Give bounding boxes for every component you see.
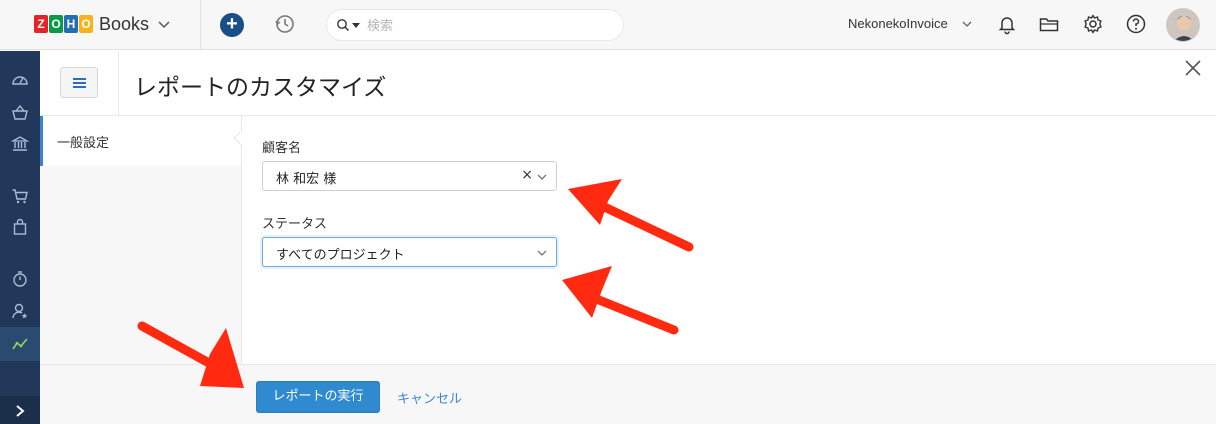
organization-name[interactable]: NekonekoInvoice	[848, 16, 948, 31]
timer-icon[interactable]	[11, 270, 29, 288]
menu-toggle-button[interactable]	[60, 67, 98, 98]
reports-icon[interactable]	[11, 335, 29, 353]
chevron-down-icon[interactable]	[537, 173, 547, 181]
user-photo-icon	[1167, 9, 1199, 41]
header-divider	[118, 51, 119, 116]
customer-value: 林 和宏 様	[276, 172, 337, 187]
plus-icon[interactable]: +	[220, 13, 244, 37]
search-icon[interactable]	[336, 18, 350, 32]
arrow-to-run-button	[137, 321, 244, 388]
search-filter-caret-icon[interactable]	[352, 23, 360, 28]
arrow-to-customer-field	[568, 179, 694, 252]
hamburger-icon	[73, 82, 86, 84]
topbar-divider	[200, 0, 201, 50]
close-icon[interactable]	[1184, 59, 1202, 77]
logo-books-text: Books	[99, 13, 150, 34]
hamburger-icon	[73, 86, 86, 88]
chevron-down-icon[interactable]	[157, 17, 171, 31]
dashboard-icon[interactable]	[11, 71, 29, 89]
chevron-right-icon[interactable]	[14, 404, 26, 418]
help-icon[interactable]	[1125, 13, 1147, 35]
search-box[interactable]	[326, 9, 624, 41]
avatar[interactable]	[1166, 8, 1200, 42]
logo-letter-z: Z	[34, 15, 48, 33]
status-value: すべてのプロジェクト	[276, 248, 405, 263]
top-bar: Z O H O Books + NekonekoInvoice	[0, 0, 1216, 50]
nav-item-label: 一般設定	[57, 136, 110, 151]
search-input[interactable]	[367, 16, 607, 36]
chevron-down-icon[interactable]	[537, 249, 547, 257]
cancel-link[interactable]: キャンセル	[397, 388, 462, 407]
zoho-books-logo[interactable]: Z O H O Books	[34, 12, 171, 36]
status-select[interactable]: すべてのプロジェクト	[262, 237, 557, 267]
customer-select[interactable]: 林 和宏 様 ×	[262, 161, 557, 191]
page-header: レポートのカスタマイズ	[40, 51, 1216, 116]
logo-letter-o: O	[49, 15, 63, 33]
user-star-icon[interactable]	[11, 302, 29, 320]
arrow-to-status-field	[562, 266, 679, 335]
page-title: レポートのカスタマイズ	[134, 75, 387, 101]
history-icon[interactable]	[273, 12, 297, 36]
folder-icon[interactable]	[1038, 13, 1060, 35]
bell-icon[interactable]	[996, 13, 1018, 35]
logo-letter-h: H	[64, 15, 78, 33]
sidebar	[0, 51, 40, 424]
logo-letter-o: O	[79, 15, 93, 33]
bank-icon[interactable]	[11, 135, 29, 153]
sidebar-expand-button[interactable]	[0, 396, 40, 424]
clear-icon[interactable]: ×	[521, 167, 533, 183]
status-label: ステータス	[262, 217, 328, 232]
nav-item-general-settings[interactable]: 一般設定	[40, 116, 241, 166]
shopping-bag-icon[interactable]	[11, 218, 29, 236]
run-report-button[interactable]: レポートの実行	[256, 381, 380, 413]
customer-label: 顧客名	[262, 141, 302, 156]
chevron-down-icon[interactable]	[962, 20, 972, 28]
cart-icon[interactable]	[11, 187, 29, 205]
hamburger-icon	[73, 78, 86, 80]
basket-icon[interactable]	[11, 104, 29, 122]
gear-icon[interactable]	[1082, 13, 1104, 35]
